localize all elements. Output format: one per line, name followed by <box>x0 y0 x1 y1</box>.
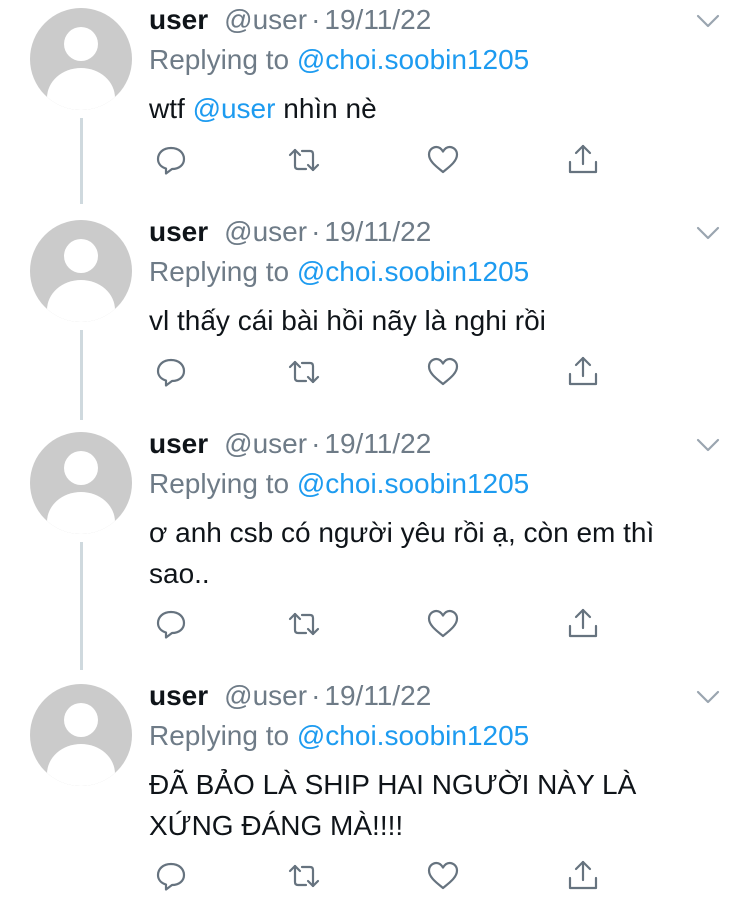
tweet-header: user @user · 19/11/22 <box>149 680 431 716</box>
tweet-text-part: nhìn nè <box>275 93 377 124</box>
thread-connector-line <box>80 330 83 420</box>
chevron-down-icon[interactable] <box>695 222 721 244</box>
reply-icon <box>156 862 186 891</box>
like-button[interactable] <box>423 352 463 392</box>
share-button[interactable] <box>563 856 603 896</box>
replying-to-label: Replying to <box>149 256 290 287</box>
replying-to-mention[interactable]: @choi.soobin1205 <box>297 256 529 287</box>
reply-icon <box>156 358 186 387</box>
user-handle[interactable]: @user <box>224 428 307 460</box>
share-icon <box>568 356 598 386</box>
share-icon <box>568 608 598 638</box>
reply-icon <box>156 146 186 175</box>
tweet-date[interactable]: 19/11/22 <box>324 680 431 712</box>
tweet-text-part: wtf <box>149 93 193 124</box>
reply-button[interactable] <box>151 140 191 180</box>
display-name[interactable]: user <box>149 4 208 36</box>
tweet-text-mention[interactable]: @user <box>193 93 276 124</box>
replying-to-label: Replying to <box>149 468 290 499</box>
tweet-3[interactable]: user @user · 19/11/22 Replying to @choi.… <box>0 424 750 676</box>
share-icon <box>568 144 598 174</box>
tweet-text-line: XỨNG ĐÁNG MÀ!!!! <box>149 810 404 841</box>
heart-icon <box>427 861 459 890</box>
display-name[interactable]: user <box>149 216 208 248</box>
tweet-header: user @user · 19/11/22 <box>149 428 431 464</box>
replying-to-label: Replying to <box>149 44 290 75</box>
tweet-header: user @user · 19/11/22 <box>149 216 431 252</box>
tweet-text-line: ơ anh csb có người yêu rồi ạ, còn em thì <box>149 517 655 548</box>
replying-to-mention[interactable]: @choi.soobin1205 <box>297 468 529 499</box>
reply-icon <box>156 610 186 639</box>
tweet-actions <box>149 352 619 392</box>
reply-button[interactable] <box>151 352 191 392</box>
tweet-actions <box>149 856 619 896</box>
retweet-button[interactable] <box>284 352 324 392</box>
replying-to-mention[interactable]: @choi.soobin1205 <box>297 44 529 75</box>
tweet-text: ơ anh csb có người yêu rồi ạ, còn em thì… <box>149 512 709 594</box>
default-avatar-icon[interactable] <box>30 432 132 534</box>
heart-icon <box>427 145 459 174</box>
share-button[interactable] <box>563 352 603 392</box>
chevron-down-icon[interactable] <box>695 686 721 708</box>
user-handle[interactable]: @user <box>224 680 307 712</box>
retweet-icon <box>288 148 320 172</box>
like-button[interactable] <box>423 140 463 180</box>
separator-dot: · <box>311 216 321 247</box>
tweet-date[interactable]: 19/11/22 <box>324 428 431 460</box>
tweet-actions <box>149 140 619 180</box>
replying-to-mention[interactable]: @choi.soobin1205 <box>297 720 529 751</box>
default-avatar-icon[interactable] <box>30 8 132 110</box>
retweet-button[interactable] <box>284 856 324 896</box>
tweet-text-line: sao.. <box>149 558 210 589</box>
tweet-actions <box>149 604 619 644</box>
like-button[interactable] <box>423 604 463 644</box>
tweet-4[interactable]: user @user · 19/11/22 Replying to @choi.… <box>0 676 750 903</box>
separator-dot: · <box>311 428 321 459</box>
tweet-text: vl thấy cái bài hồi nãy là nghi rồi <box>149 300 709 341</box>
like-button[interactable] <box>423 856 463 896</box>
retweet-button[interactable] <box>284 140 324 180</box>
user-handle[interactable]: @user <box>224 4 307 36</box>
chevron-down-icon[interactable] <box>695 10 721 32</box>
chevron-down-icon[interactable] <box>695 434 721 456</box>
separator-dot: · <box>311 680 321 711</box>
heart-icon <box>427 357 459 386</box>
default-avatar-icon[interactable] <box>30 684 132 786</box>
replying-to-line: Replying to @choi.soobin1205 <box>149 44 529 76</box>
share-icon <box>568 860 598 890</box>
replying-to-label: Replying to <box>149 720 290 751</box>
retweet-icon <box>288 360 320 384</box>
tweet-text-part: vl thấy cái bài hồi nãy là nghi rồi <box>149 305 546 336</box>
tweet-header: user @user · 19/11/22 <box>149 4 431 40</box>
tweet-date[interactable]: 19/11/22 <box>324 216 431 248</box>
retweet-button[interactable] <box>284 604 324 644</box>
thread-connector-line <box>80 542 83 670</box>
tweet-1[interactable]: user @user · 19/11/22 Replying to @choi.… <box>0 0 750 212</box>
tweet-date[interactable]: 19/11/22 <box>324 4 431 36</box>
retweet-icon <box>288 864 320 888</box>
replying-to-line: Replying to @choi.soobin1205 <box>149 256 529 288</box>
separator-dot: · <box>311 4 321 35</box>
tweet-text-line: ĐÃ BẢO LÀ SHIP HAI NGƯỜI NÀY LÀ <box>149 769 637 800</box>
replying-to-line: Replying to @choi.soobin1205 <box>149 720 529 752</box>
thread-connector-line <box>80 118 83 204</box>
reply-button[interactable] <box>151 604 191 644</box>
tweet-2[interactable]: user @user · 19/11/22 Replying to @choi.… <box>0 212 750 424</box>
share-button[interactable] <box>563 604 603 644</box>
display-name[interactable]: user <box>149 680 208 712</box>
display-name[interactable]: user <box>149 428 208 460</box>
share-button[interactable] <box>563 140 603 180</box>
reply-thread: user @user · 19/11/22 Replying to @choi.… <box>0 0 750 903</box>
heart-icon <box>427 609 459 638</box>
retweet-icon <box>288 612 320 636</box>
replying-to-line: Replying to @choi.soobin1205 <box>149 468 529 500</box>
reply-button[interactable] <box>151 856 191 896</box>
default-avatar-icon[interactable] <box>30 220 132 322</box>
tweet-text: ĐÃ BẢO LÀ SHIP HAI NGƯỜI NÀY LÀ XỨNG ĐÁN… <box>149 764 709 846</box>
tweet-text: wtf @user nhìn nè <box>149 88 709 129</box>
user-handle[interactable]: @user <box>224 216 307 248</box>
